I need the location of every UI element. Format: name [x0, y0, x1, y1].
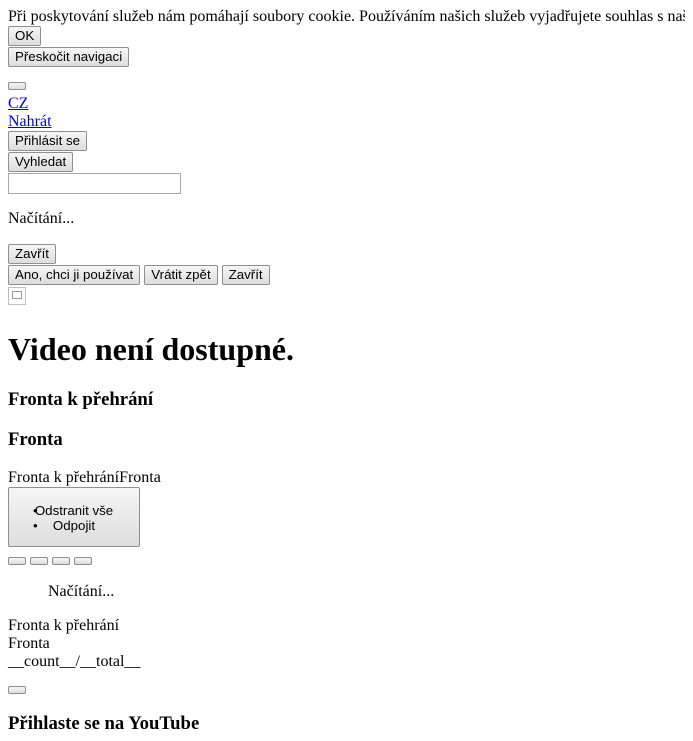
country-link[interactable]: CZ — [8, 95, 685, 113]
page: Při poskytování služeb nám pomáhají soub… — [0, 8, 693, 735]
queue-control-button-4[interactable] — [74, 557, 92, 565]
disconnect-item[interactable]: Odpojit — [9, 518, 139, 533]
upload-link[interactable]: Nahrát — [8, 113, 685, 131]
remove-all-item[interactable]: Odstranit vše — [9, 503, 139, 518]
prompt-close-button[interactable]: Zavřít — [221, 265, 270, 285]
queue-heading: Fronta — [8, 429, 63, 450]
queue-inline-text: Fronta k přehráníFronta — [8, 469, 161, 486]
skip-navigation-button[interactable]: Přeskočit navigaci — [8, 47, 130, 67]
queue-expand-button[interactable] — [8, 686, 26, 694]
video-unavailable-heading: Video není dostupné. — [8, 331, 294, 367]
queue-control-button-2[interactable] — [30, 557, 48, 565]
queue-counter: __count__/__total__ — [8, 653, 141, 670]
queue-control-button-3[interactable] — [52, 557, 70, 565]
search-input[interactable] — [8, 173, 181, 194]
playback-queue-heading: Fronta k přehrání — [8, 389, 154, 410]
accept-button[interactable]: Ano, chci ji používat — [8, 265, 141, 285]
queue-loading-text: Načítání... — [48, 583, 115, 600]
cookie-ok-button[interactable]: OK — [8, 26, 42, 46]
cookie-notice-text: Při poskytování služeb nám pomáhají soub… — [8, 8, 685, 25]
playback-queue-label: Fronta k přehrání — [8, 617, 120, 634]
queue-control-button-1[interactable] — [8, 557, 26, 565]
queue-menu-button[interactable]: Odstranit vše Odpojit — [8, 487, 140, 547]
undo-button[interactable]: Vrátit zpět — [144, 265, 218, 285]
search-button[interactable]: Vyhledat — [8, 152, 74, 172]
close-button[interactable]: Zavřít — [8, 244, 56, 264]
sign-in-button[interactable]: Přihlásit se — [8, 131, 88, 151]
queue-label: Fronta — [8, 635, 50, 652]
sign-in-heading: Přihlaste se na YouTube — [8, 713, 200, 734]
broken-image-icon — [8, 287, 26, 305]
guide-menu-button[interactable] — [8, 82, 26, 90]
loading-text: Načítání... — [8, 210, 75, 227]
